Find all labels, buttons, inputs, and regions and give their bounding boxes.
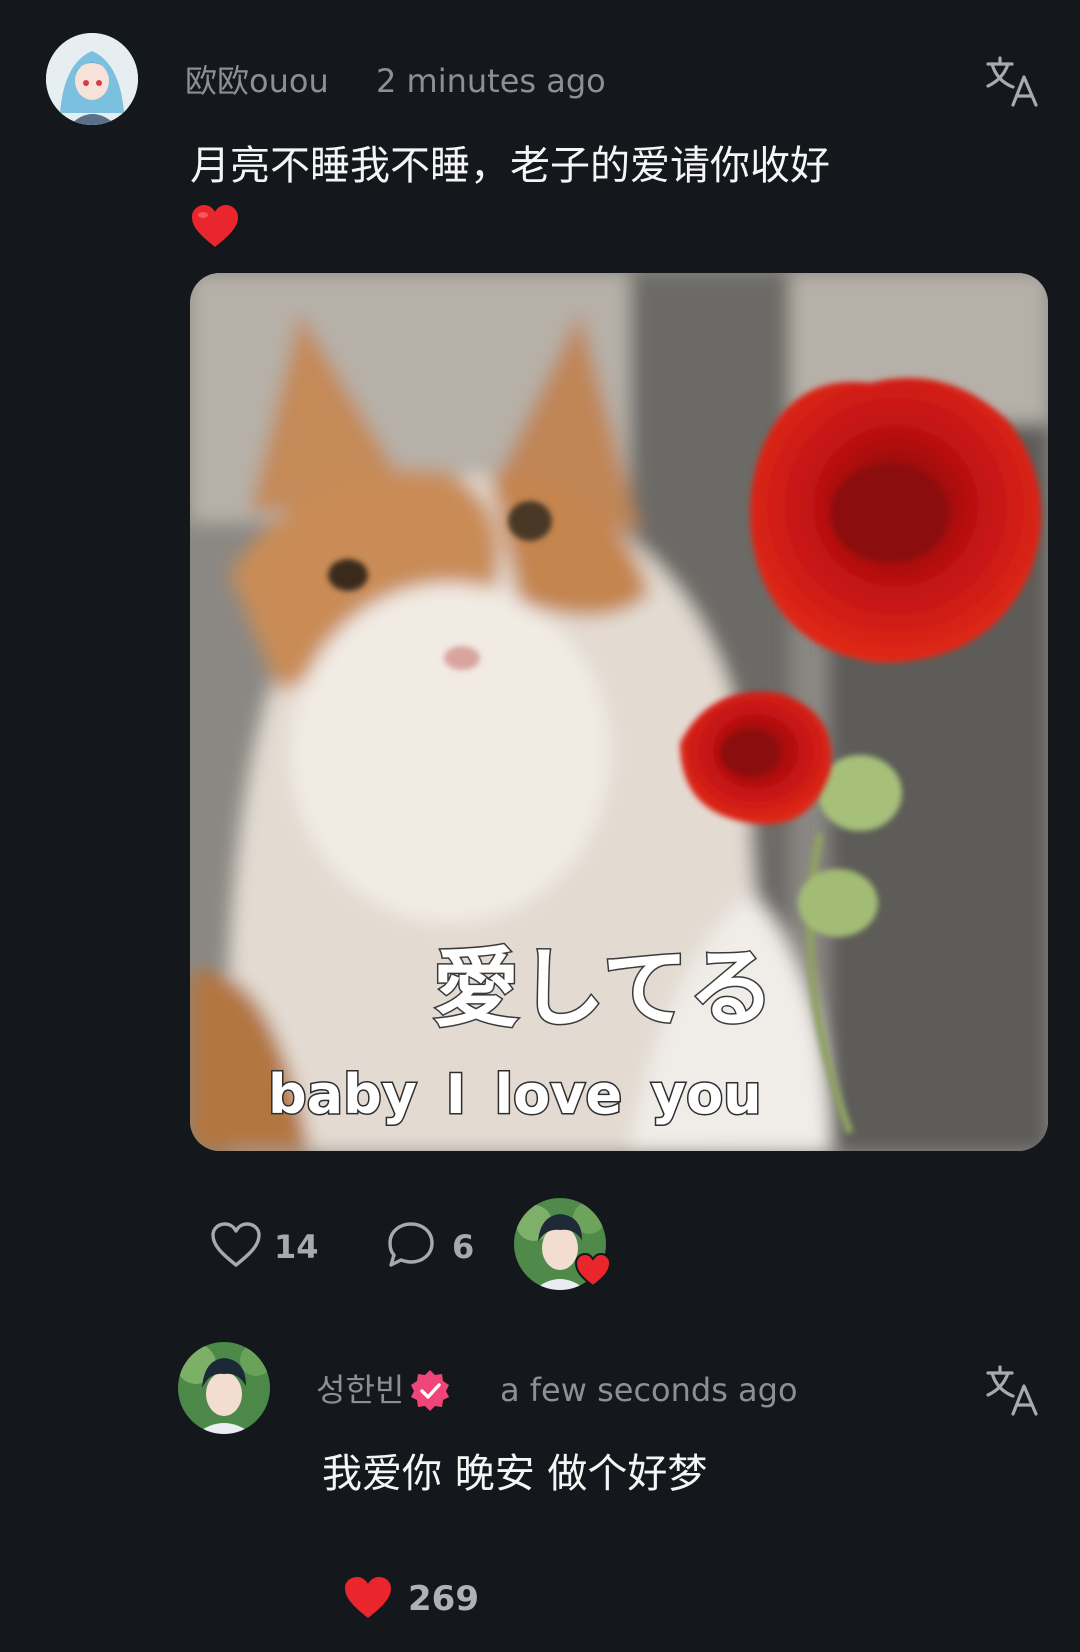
post-text: 月亮不睡我不睡，老子的爱请你收好 ❤️ — [190, 136, 1050, 256]
post-timestamp: 2 minutes ago — [376, 62, 606, 100]
reply-translate-icon[interactable] — [985, 1364, 1041, 1420]
heart-filled-icon — [574, 1252, 612, 1292]
reply-author-name: 성한빈 — [316, 1371, 405, 1409]
image-caption-jp: 愛してる — [433, 939, 774, 1039]
reply-author-avatar[interactable] — [178, 1342, 270, 1434]
liker-avatar[interactable] — [514, 1198, 612, 1294]
reply-like-count: 269 — [408, 1579, 479, 1619]
comment-count: 6 — [452, 1228, 475, 1266]
image-caption-en: baby I love you — [268, 1063, 762, 1126]
heart-emoji: ❤️ — [190, 196, 1050, 256]
reply-timestamp: a few seconds ago — [500, 1371, 798, 1409]
translate-icon[interactable] — [985, 55, 1041, 111]
verified-badge-icon — [408, 1368, 452, 1412]
like-button[interactable]: 14 — [210, 1222, 319, 1272]
heart-filled-icon — [342, 1574, 394, 1624]
author-avatar[interactable] — [46, 33, 138, 125]
heart-outline-icon — [210, 1221, 262, 1273]
reply-author[interactable]: 성한빈 — [316, 1368, 452, 1412]
reply-text: 我爱你 晚安 做个好梦 — [322, 1451, 708, 1497]
post-text-line: 月亮不睡我不睡，老子的爱请你收好 — [190, 143, 830, 189]
post-image[interactable]: 愛してる baby I love you — [190, 273, 1048, 1151]
reply-like-button[interactable]: 269 — [342, 1574, 479, 1624]
comment-bubble-icon — [386, 1220, 436, 1274]
like-count: 14 — [274, 1228, 319, 1266]
comment-button[interactable]: 6 — [386, 1222, 474, 1272]
post-author-name[interactable]: 欧欧ouou — [185, 61, 329, 101]
